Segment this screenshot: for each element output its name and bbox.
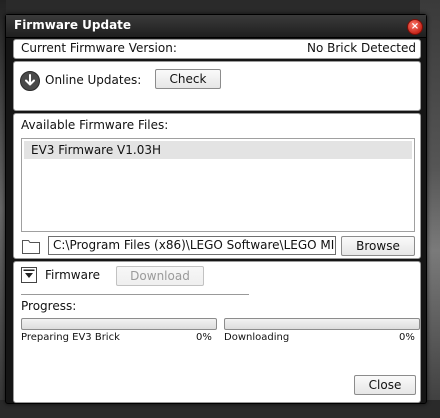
online-updates-label: Online Updates: <box>45 73 142 87</box>
available-files-heading: Available Firmware Files: <box>21 118 169 132</box>
divider <box>21 294 249 295</box>
browse-button[interactable]: Browse <box>341 236 415 256</box>
background-top <box>0 0 440 14</box>
dialog-title: Firmware Update <box>14 18 132 32</box>
preparing-percent: 0% <box>196 332 212 343</box>
check-button[interactable]: Check <box>155 69 221 89</box>
firmware-label: Firmware <box>45 268 100 282</box>
firmware-download-panel: Firmware Download Progress: Preparing EV… <box>13 261 421 403</box>
firmware-arrow-icon <box>20 266 38 284</box>
firmware-file-list[interactable]: EV3 Firmware V1.03H <box>21 138 415 232</box>
current-firmware-panel: Current Firmware Version: No Brick Detec… <box>13 39 421 59</box>
list-item-label: EV3 Firmware V1.03H <box>31 143 162 157</box>
firmware-update-dialog: Firmware Update × Current Firmware Versi… <box>5 14 427 404</box>
downloading-label: Downloading <box>224 332 290 343</box>
firmware-path-value: C:\Program Files (x86)\LEGO Software\LEG… <box>53 238 335 252</box>
progress-bar-downloading <box>224 318 420 330</box>
current-firmware-label: Current Firmware Version: <box>21 41 177 55</box>
download-button[interactable]: Download <box>116 266 204 286</box>
firmware-files-panel: Available Firmware Files: EV3 Firmware V… <box>13 113 421 259</box>
list-item[interactable]: EV3 Firmware V1.03H <box>24 141 412 159</box>
close-icon[interactable]: × <box>407 19 423 35</box>
title-bar: Firmware Update × <box>6 15 426 38</box>
downloading-percent: 0% <box>399 332 415 343</box>
progress-heading: Progress: <box>21 299 77 313</box>
firmware-path-input[interactable]: C:\Program Files (x86)\LEGO Software\LEG… <box>48 236 336 255</box>
online-updates-panel: Online Updates: Check <box>13 61 421 111</box>
download-arrow-icon <box>20 71 40 91</box>
close-button[interactable]: Close <box>354 375 416 395</box>
progress-bar-preparing <box>21 318 217 330</box>
preparing-label: Preparing EV3 Brick <box>21 332 120 343</box>
current-firmware-value: No Brick Detected <box>306 41 416 55</box>
folder-icon[interactable] <box>21 237 41 255</box>
